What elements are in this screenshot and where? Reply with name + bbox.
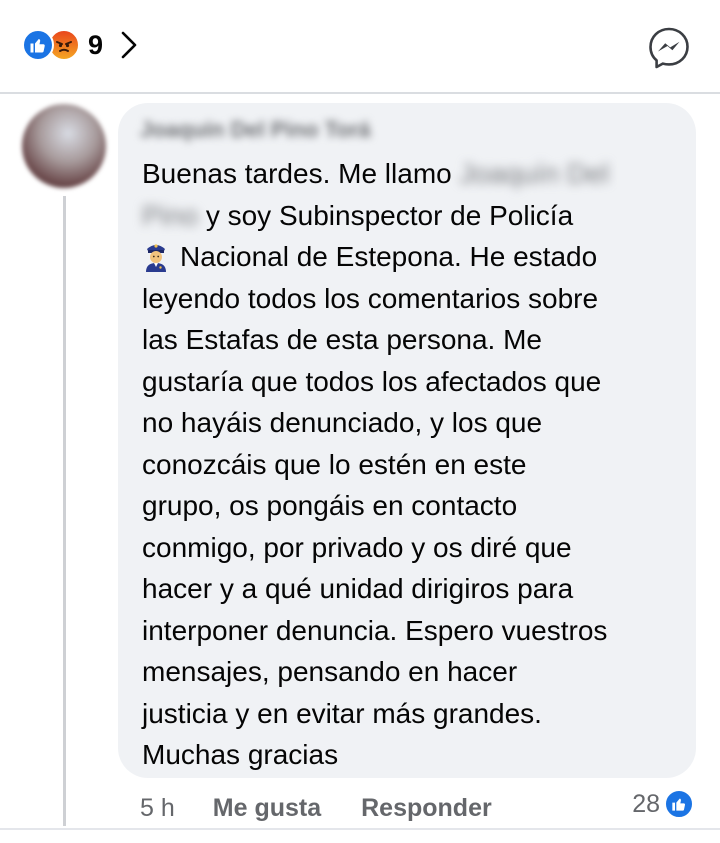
comment-line: conozcáis que lo estén en este (142, 448, 527, 480)
comment-line: Pino y soy Subinspector de Policía (142, 195, 690, 237)
avatar[interactable] (22, 104, 106, 188)
comment-line: grupo, os pongáis en contacto (142, 490, 518, 521)
comment-line: interponer denuncia. Espero vuestros (142, 614, 608, 646)
comment-reaction-count: 28 (632, 789, 660, 818)
like-icon (22, 29, 54, 61)
comment-line: Nacional de Estepona. He estado (142, 236, 690, 278)
reaction-count: 9 (88, 29, 104, 60)
thread-line (63, 196, 66, 826)
reactions-header: 9 (0, 0, 720, 92)
comment-bubble[interactable]: Joaquín Del Pino Torá Buenas tardes. Me … (118, 103, 696, 778)
comment-text: Buenas tardes. Me llamo Joaquín Del Pino… (142, 153, 690, 776)
comment-line: Muchas gracias (142, 739, 339, 770)
chevron-right-icon[interactable] (119, 30, 139, 60)
comment-line: gustaría que todos los afectados que (142, 365, 602, 397)
comment-line: justicia y en evitar más grandes. (142, 697, 542, 729)
reaction-summary[interactable]: 9 (22, 25, 139, 65)
comment-line: no hayáis denunciado, y los que (142, 407, 543, 438)
comment-author[interactable]: Joaquín Del Pino Torá (140, 117, 410, 145)
police-officer-icon (142, 240, 170, 284)
comment-line: leyendo todos los comentarios sobre (142, 282, 599, 314)
like-icon (664, 789, 694, 819)
comment-line: Buenas tardes. Me llamo Joaquín Del (142, 153, 690, 195)
comment-line: conmigo, por privado y os diré que (142, 531, 572, 563)
comment-line: hacer y a qué unidad dirigiros para (142, 573, 574, 604)
messenger-icon[interactable] (646, 25, 692, 71)
header-divider (0, 92, 720, 94)
reply-button[interactable]: Responder (361, 794, 492, 823)
comment-line: mensajes, pensando en hacer (142, 656, 518, 687)
bottom-divider (0, 828, 720, 830)
comment-timestamp[interactable]: 5 h (140, 794, 175, 823)
comment-actions: 5 h Me gusta Responder (140, 790, 492, 826)
blurred-name: Pino (142, 199, 199, 231)
comment-line: las Estafas de esta persona. Me (142, 324, 542, 355)
comment-reactions[interactable]: 28 (632, 789, 694, 819)
blurred-name: Joaquín Del (459, 158, 609, 189)
like-button[interactable]: Me gusta (213, 794, 321, 823)
